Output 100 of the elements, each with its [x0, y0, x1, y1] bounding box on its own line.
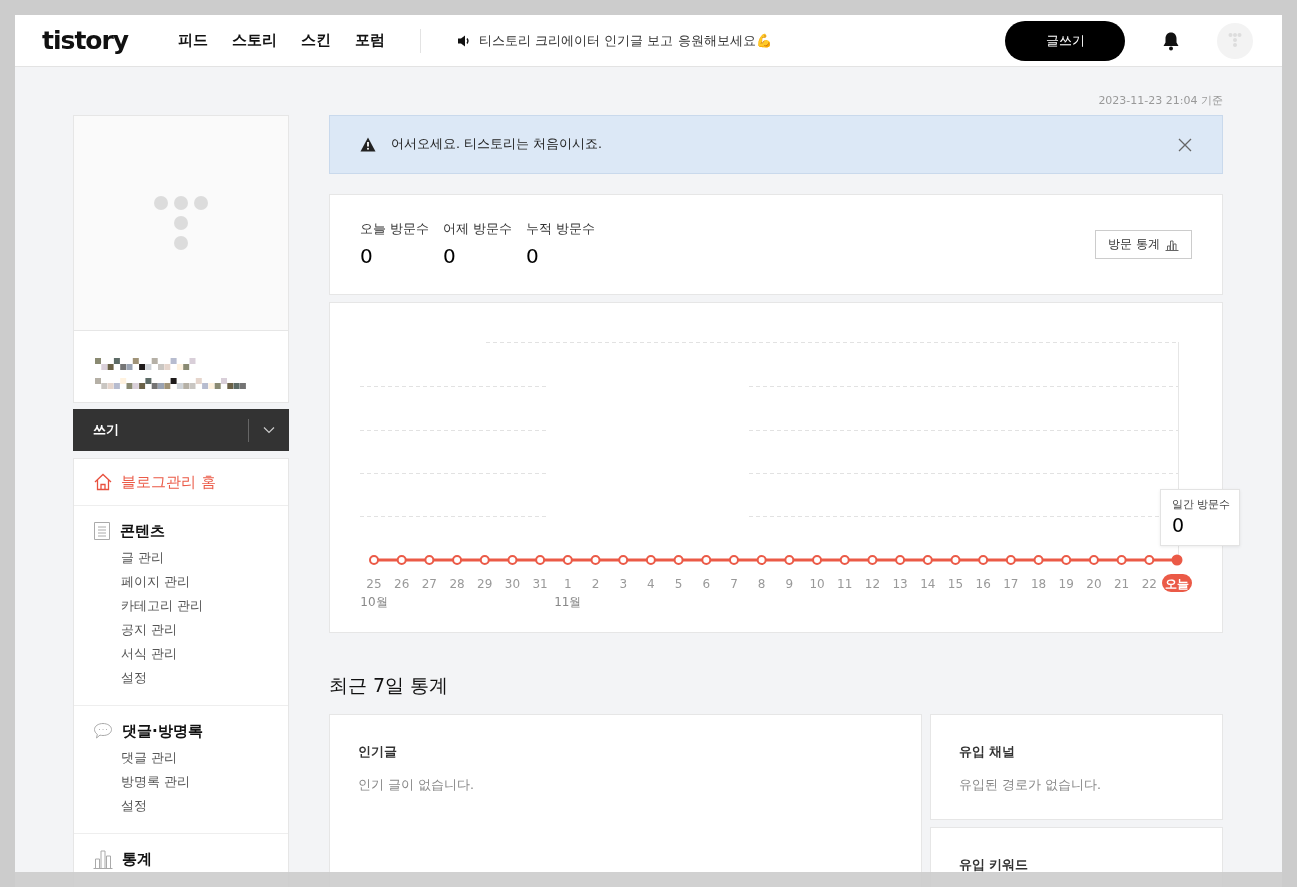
month-label: 10월 — [360, 595, 388, 609]
data-point[interactable] — [1171, 554, 1183, 566]
nav-link[interactable]: 스킨 — [301, 31, 331, 50]
menu-item[interactable]: 서식 관리 — [121, 642, 288, 666]
month-label: 11월 — [554, 595, 582, 609]
data-point[interactable] — [590, 555, 601, 565]
menu-section-title: 댓글·방명록 — [122, 721, 203, 741]
data-point[interactable] — [922, 555, 933, 565]
menu-section-title: 통계 — [122, 849, 152, 869]
data-point[interactable] — [479, 555, 490, 565]
card-title: 인기글 — [358, 744, 398, 761]
data-point[interactable] — [1088, 555, 1099, 565]
nav-link[interactable]: 스토리 — [232, 31, 277, 50]
stat-value: 0 — [443, 244, 457, 268]
nav-link[interactable]: 포럼 — [355, 31, 385, 50]
menu-item[interactable]: 카테고리 관리 — [121, 594, 288, 618]
day-label: 26 — [394, 576, 410, 591]
data-point[interactable] — [1061, 555, 1072, 565]
card-title: 유입 채널 — [959, 744, 1017, 761]
visit-stats-button[interactable]: 방문 통계 — [1095, 230, 1192, 259]
day-label: 22 — [1141, 576, 1157, 591]
day-label: 30 — [504, 576, 521, 591]
day-label: 21 — [1114, 576, 1130, 591]
write-link[interactable]: 쓰기 — [93, 421, 119, 439]
stat-value: 0 — [525, 244, 540, 268]
data-point[interactable] — [701, 555, 712, 565]
day-label: 29 — [477, 576, 493, 591]
day-label: 19 — [1058, 576, 1074, 591]
day-label: 18 — [1030, 576, 1047, 591]
home-icon — [93, 472, 113, 492]
today-badge: 오늘 — [1162, 574, 1192, 592]
menu-item[interactable]: 공지 관리 — [121, 618, 288, 642]
day-label: 31 — [532, 576, 548, 591]
data-point[interactable] — [1033, 555, 1044, 565]
data-point[interactable] — [812, 555, 823, 565]
data-point[interactable] — [895, 555, 906, 565]
day-label: 1 — [564, 576, 572, 591]
data-point[interactable] — [424, 555, 435, 565]
data-point[interactable] — [867, 555, 878, 565]
data-point[interactable] — [645, 555, 656, 565]
data-point[interactable] — [950, 555, 961, 565]
data-point[interactable] — [1144, 555, 1155, 565]
data-point[interactable] — [1116, 555, 1127, 565]
day-label: 14 — [920, 576, 936, 591]
stat-label: 오늘 방문수 — [360, 221, 429, 238]
day-label: 5 — [674, 576, 683, 591]
document-icon — [93, 521, 111, 541]
day-label: 27 — [421, 576, 437, 591]
bar-chart-icon — [93, 849, 113, 869]
data-point[interactable] — [978, 555, 989, 565]
menu-item[interactable]: 댓글 관리 — [121, 746, 288, 770]
menu-item[interactable]: 설정 — [121, 794, 288, 818]
data-point[interactable] — [369, 555, 379, 565]
data-point[interactable] — [728, 555, 739, 565]
speech-bubble-icon — [93, 722, 113, 740]
data-point[interactable] — [756, 555, 767, 565]
write-button[interactable]: 글쓰기 — [1005, 20, 1125, 61]
menu-item[interactable]: 글 관리 — [121, 546, 288, 570]
day-label: 8 — [757, 576, 766, 591]
data-point[interactable] — [839, 555, 850, 565]
data-point[interactable] — [535, 555, 546, 565]
bell-icon[interactable] — [1162, 30, 1180, 51]
card-title: 유입 키워드 — [959, 857, 1030, 874]
menu-item[interactable]: 페이지 관리 — [121, 570, 288, 594]
timestamp: 2023-11-23 21:04 기준 — [1097, 93, 1223, 109]
day-label: 3 — [619, 576, 628, 591]
data-point[interactable] — [618, 555, 629, 565]
data-point[interactable] — [396, 555, 407, 565]
day-label: 6 — [702, 576, 711, 591]
day-label: 12 — [864, 576, 881, 591]
day-label: 15 — [947, 576, 964, 591]
data-point[interactable] — [562, 555, 573, 565]
menu-item[interactable]: 설정 — [121, 666, 288, 690]
notice-text[interactable]: 티스토리 크리에이터 인기글 보고 응원해보세요💪 — [479, 31, 772, 50]
logo[interactable]: tistory — [42, 26, 152, 55]
blog-logo-icon — [151, 193, 211, 253]
stat-label: 어제 방문수 — [443, 221, 512, 238]
empty-message: 유입된 경로가 없습니다. — [959, 777, 1102, 794]
stat-value: 0 — [360, 244, 374, 268]
bar-chart-icon — [1165, 238, 1179, 251]
data-point[interactable] — [1005, 555, 1016, 565]
close-icon[interactable] — [1178, 137, 1192, 152]
day-label: 16 — [975, 576, 991, 591]
tooltip-value: 0 — [1172, 514, 1186, 536]
data-point[interactable] — [673, 555, 684, 565]
day-label: 28 — [449, 576, 465, 591]
day-label: 13 — [892, 576, 908, 591]
day-label: 10 — [809, 576, 825, 591]
data-point[interactable] — [452, 555, 463, 565]
alert-message: 어서오세요. 티스토리는 처음이시죠. — [391, 136, 602, 153]
data-point[interactable] — [784, 555, 795, 565]
menu-section-title: 콘텐츠 — [120, 521, 165, 541]
nav-link[interactable]: 피드 — [178, 31, 208, 50]
data-point[interactable] — [507, 555, 518, 565]
section-title: 최근 7일 통계 — [329, 673, 450, 698]
caret-icon[interactable] — [263, 426, 275, 434]
menu-item[interactable]: 방명록 관리 — [121, 770, 288, 794]
day-label: 9 — [785, 576, 794, 591]
speaker-icon — [457, 33, 471, 48]
empty-message: 인기 글이 없습니다. — [358, 777, 475, 794]
